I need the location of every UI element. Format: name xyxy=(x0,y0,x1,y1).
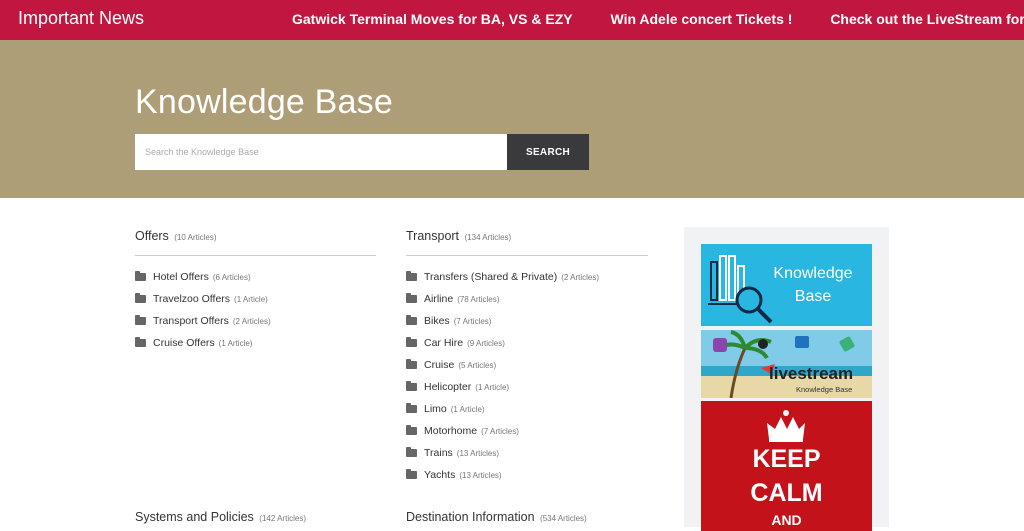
list-item[interactable]: Motorhome (7 Articles) xyxy=(406,420,648,442)
category-transport: Transport (134 Articles) Transfers (Shar… xyxy=(406,229,648,486)
category-systems-policies[interactable]: Systems and Policies (142 Articles) xyxy=(135,510,306,524)
search-button[interactable]: SEARCH xyxy=(507,134,589,170)
ticker-item[interactable]: Win Adele concert Tickets ! xyxy=(610,11,792,27)
subcategory-list: Transfers (Shared & Private) (2 Articles)… xyxy=(406,266,648,486)
list-item[interactable]: Transport Offers (2 Articles) xyxy=(135,310,376,332)
list-item[interactable]: Car Hire (9 Articles) xyxy=(406,332,648,354)
list-item[interactable]: Bikes (7 Articles) xyxy=(406,310,648,332)
ticker-item[interactable]: Check out the LiveStream for key xyxy=(830,11,1024,27)
crown-icon xyxy=(767,410,805,442)
folder-icon xyxy=(406,359,417,369)
banner-text: KEEP xyxy=(752,445,821,473)
folder-icon xyxy=(406,469,417,479)
livestream-banner[interactable]: livestream Knowledge Base xyxy=(701,330,872,398)
livestream-logo: livestream xyxy=(769,364,854,383)
category-title[interactable]: Offers (10 Articles) xyxy=(135,229,376,256)
list-item[interactable]: Cruise (5 Articles) xyxy=(406,354,648,376)
list-item[interactable]: Helicopter (1 Article) xyxy=(406,376,648,398)
folder-icon xyxy=(406,425,417,435)
list-item[interactable]: Travelzoo Offers (1 Article) xyxy=(135,288,376,310)
page-title: Knowledge Base xyxy=(135,83,393,121)
ticker-item[interactable]: Gatwick Terminal Moves for BA, VS & EZY xyxy=(292,11,573,27)
folder-icon xyxy=(406,447,417,457)
list-item[interactable]: Hotel Offers (6 Articles) xyxy=(135,266,376,288)
search-input[interactable] xyxy=(135,134,507,170)
folder-icon xyxy=(135,315,146,325)
banner-text: Knowledge xyxy=(773,265,853,282)
category-destination-information[interactable]: Destination Information (534 Articles) xyxy=(406,510,587,524)
banner-text: Base xyxy=(794,288,832,305)
folder-icon xyxy=(406,381,417,391)
subcategory-list: Hotel Offers (6 Articles) Travelzoo Offer… xyxy=(135,266,376,354)
folder-icon xyxy=(135,337,146,347)
hero-banner: Knowledge Base SEARCH xyxy=(0,40,1024,198)
news-ticker: Gatwick Terminal Moves for BA, VS & EZY … xyxy=(292,11,1024,27)
knowledge-base-banner[interactable]: Knowledge Base xyxy=(701,244,872,326)
list-item[interactable]: Trains (13 Articles) xyxy=(406,442,648,464)
folder-icon xyxy=(135,271,146,281)
folder-icon xyxy=(406,403,417,413)
banner-text: CALM xyxy=(750,479,823,507)
banner-text: AND xyxy=(771,512,802,528)
list-item[interactable]: Cruise Offers (1 Article) xyxy=(135,332,376,354)
list-item[interactable]: Limo (1 Article) xyxy=(406,398,648,420)
news-ticker-bar: Important News Gatwick Terminal Moves fo… xyxy=(0,0,1024,40)
folder-icon xyxy=(406,271,417,281)
folder-icon xyxy=(406,337,417,347)
folder-icon xyxy=(135,293,146,303)
list-item[interactable]: Airline (78 Articles) xyxy=(406,288,648,310)
category-title[interactable]: Transport (134 Articles) xyxy=(406,229,648,256)
news-brand: Important News xyxy=(18,8,145,28)
banner-subtitle: Knowledge Base xyxy=(796,385,853,394)
category-offers: Offers (10 Articles) Hotel Offers (6 Arti… xyxy=(135,229,376,354)
keep-calm-banner[interactable]: KEEP CALM AND xyxy=(701,401,872,531)
list-item[interactable]: Yachts (13 Articles) xyxy=(406,464,648,486)
folder-icon xyxy=(406,293,417,303)
list-item[interactable]: Transfers (Shared & Private) (2 Articles) xyxy=(406,266,648,288)
folder-icon xyxy=(406,315,417,325)
